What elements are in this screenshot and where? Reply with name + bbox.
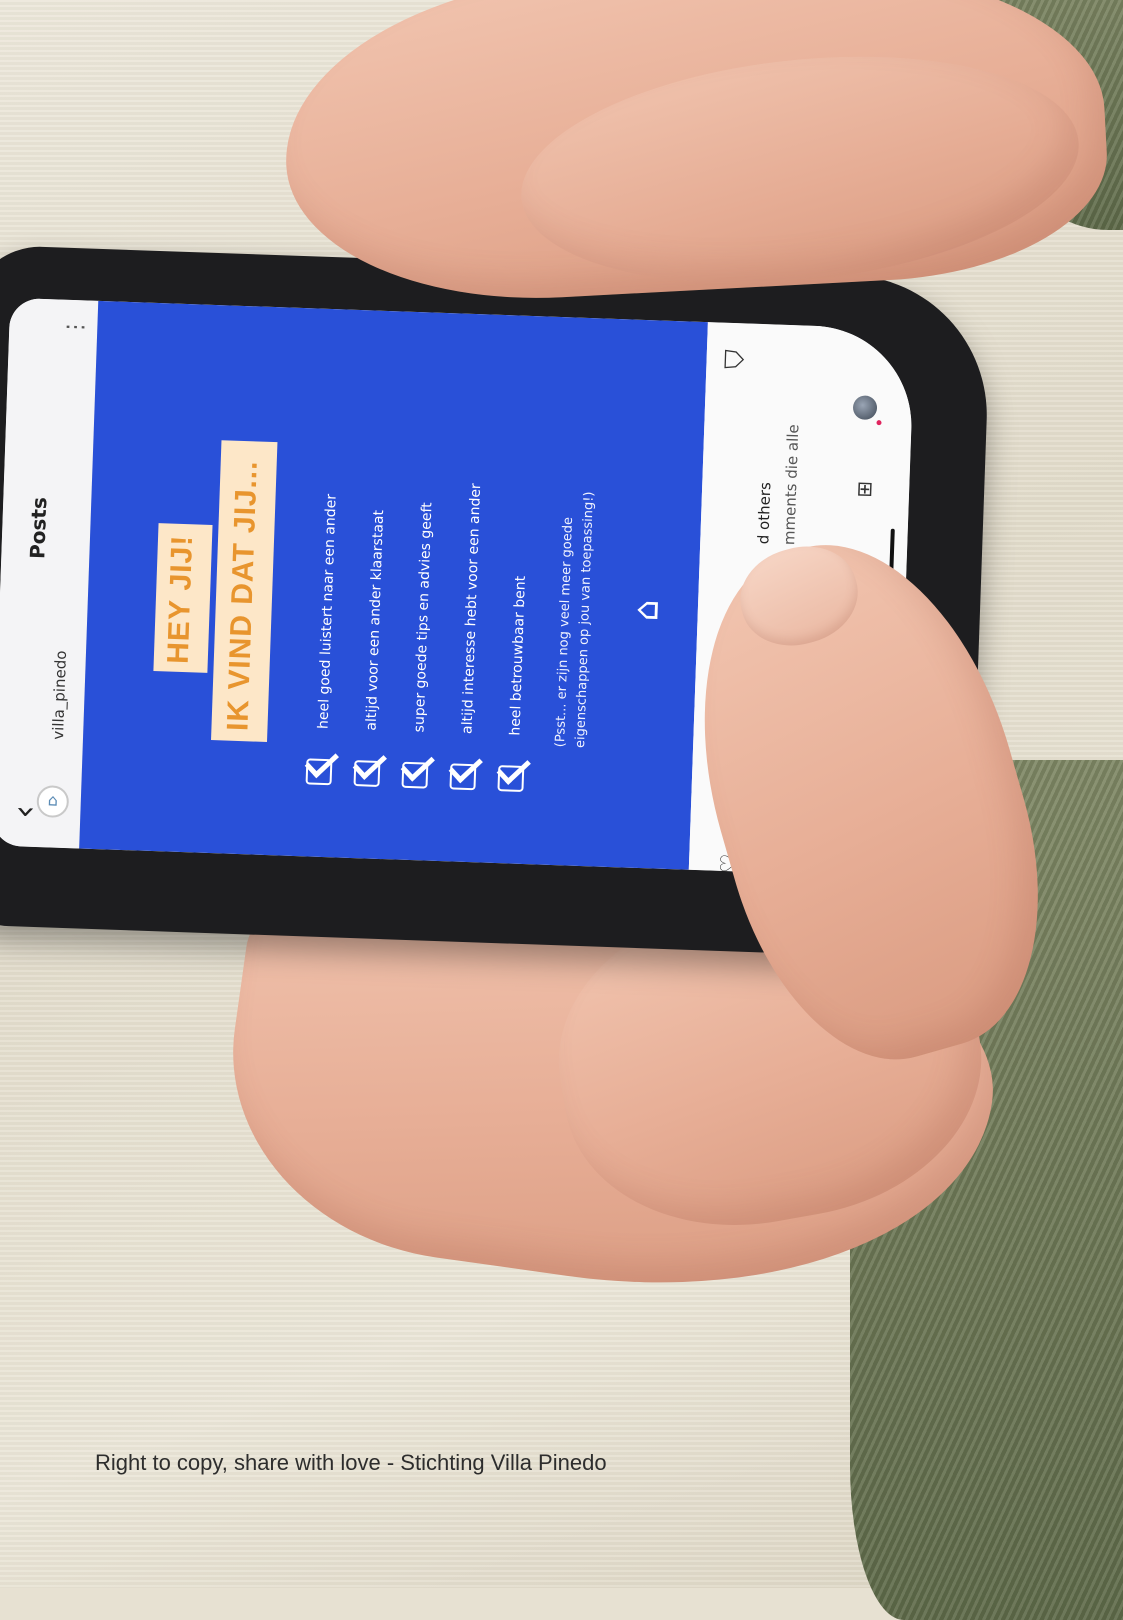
comments-text[interactable]: mments die alle [780,424,802,545]
villa-pinedo-logo-icon: ⌂ [626,598,667,622]
headline-line-1: HEY JIJ! [161,534,200,665]
more-options-icon[interactable]: ⋮ [63,316,89,339]
add-post-icon[interactable]: ⊞ [852,481,877,499]
checklist-item: heel goed luistert naar een ander [315,493,340,730]
page-title: Posts [25,496,52,560]
checklist-item: altijd interesse hebt voor een ander [459,483,485,735]
checklist-item: altijd voor een ander klaarstaat [363,509,388,731]
checklist-item: heel betrouwbaar bent [507,575,529,736]
profile-avatar-icon[interactable]: ⌂ [36,785,70,819]
post-image[interactable]: HEY JIJ! IK VIND DAT JIJ... heel goed lu… [79,300,708,870]
bookmark-icon[interactable]: ⛉ [720,349,752,370]
likes-text[interactable]: d others [754,482,774,545]
checklist-item: super goede tips en advies geeft [411,502,436,733]
profile-nav-avatar[interactable] [852,395,878,421]
notification-dot [876,420,882,426]
footnote-line-1: (Psst... er zijn nog veel meer goede [552,516,577,748]
footnote-line-2: eigenschappen op jou van toepassing!) [572,491,597,749]
username[interactable]: villa_pinedo [49,650,70,740]
caption: Right to copy, share with love - Stichti… [95,1450,607,1475]
